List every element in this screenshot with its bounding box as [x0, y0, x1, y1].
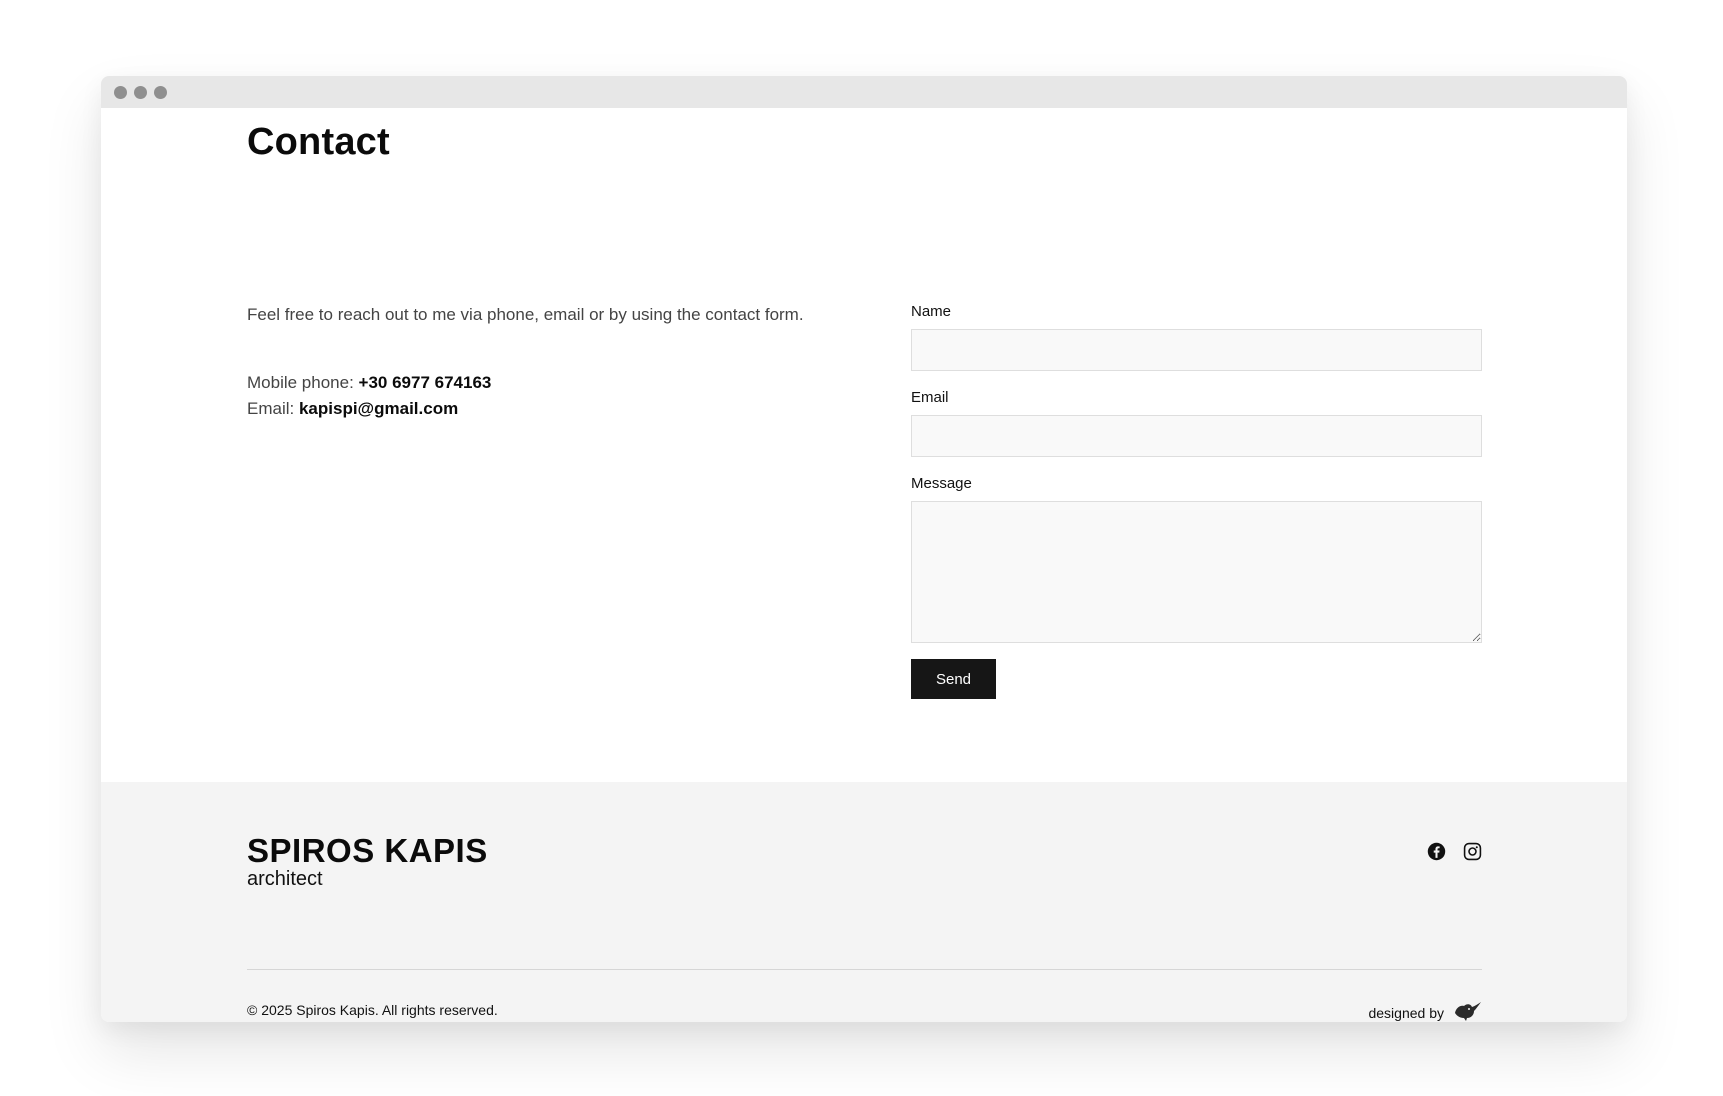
- name-label: Name: [911, 303, 952, 320]
- phone-link[interactable]: +30 6977 674163: [359, 373, 492, 392]
- designed-by-link[interactable]: designed by: [1368, 1000, 1482, 1022]
- contact-section: Contact Feel free to reach out to me via…: [101, 108, 1627, 782]
- email-line: Email: kapispi@gmail.com: [247, 396, 491, 422]
- send-button[interactable]: Send: [911, 659, 996, 699]
- contact-form: Name Email Message Send: [911, 303, 1482, 699]
- footer: SPIROS KAPIS architect © 2025 Spiros Kap…: [101, 782, 1627, 1022]
- brand-name: SPIROS KAPIS: [247, 832, 488, 869]
- email-input[interactable]: [911, 415, 1482, 457]
- window-dot-maximize[interactable]: [154, 85, 167, 99]
- footer-divider: [247, 969, 1482, 970]
- email-field-label: Email: [911, 389, 949, 406]
- phone-line: Mobile phone: +30 6977 674163: [247, 370, 491, 396]
- email-label: Email:: [247, 399, 295, 418]
- phone-label: Mobile phone:: [247, 373, 354, 392]
- instagram-icon[interactable]: [1463, 842, 1482, 861]
- email-link[interactable]: kapispi@gmail.com: [299, 399, 458, 418]
- footer-brand[interactable]: SPIROS KAPIS architect: [247, 832, 488, 891]
- browser-window: Contact Feel free to reach out to me via…: [101, 76, 1627, 1022]
- facebook-icon[interactable]: [1427, 842, 1446, 861]
- brand-subtitle: architect: [247, 868, 323, 890]
- social-links: [1427, 842, 1482, 861]
- window-dot-close[interactable]: [114, 85, 127, 99]
- bird-logo-icon: [1452, 1000, 1482, 1022]
- name-input[interactable]: [911, 329, 1482, 371]
- copyright-text: © 2025 Spiros Kapis. All rights reserved…: [247, 1002, 498, 1018]
- window-titlebar: [101, 76, 1627, 108]
- message-textarea[interactable]: [911, 501, 1482, 643]
- intro-text: Feel free to reach out to me via phone, …: [247, 305, 804, 324]
- designed-by-label: designed by: [1368, 1004, 1444, 1021]
- message-label: Message: [911, 475, 972, 492]
- window-dot-minimize[interactable]: [134, 85, 147, 99]
- page-title: Contact: [247, 121, 390, 163]
- contact-details: Mobile phone: +30 6977 674163 Email: kap…: [247, 370, 491, 422]
